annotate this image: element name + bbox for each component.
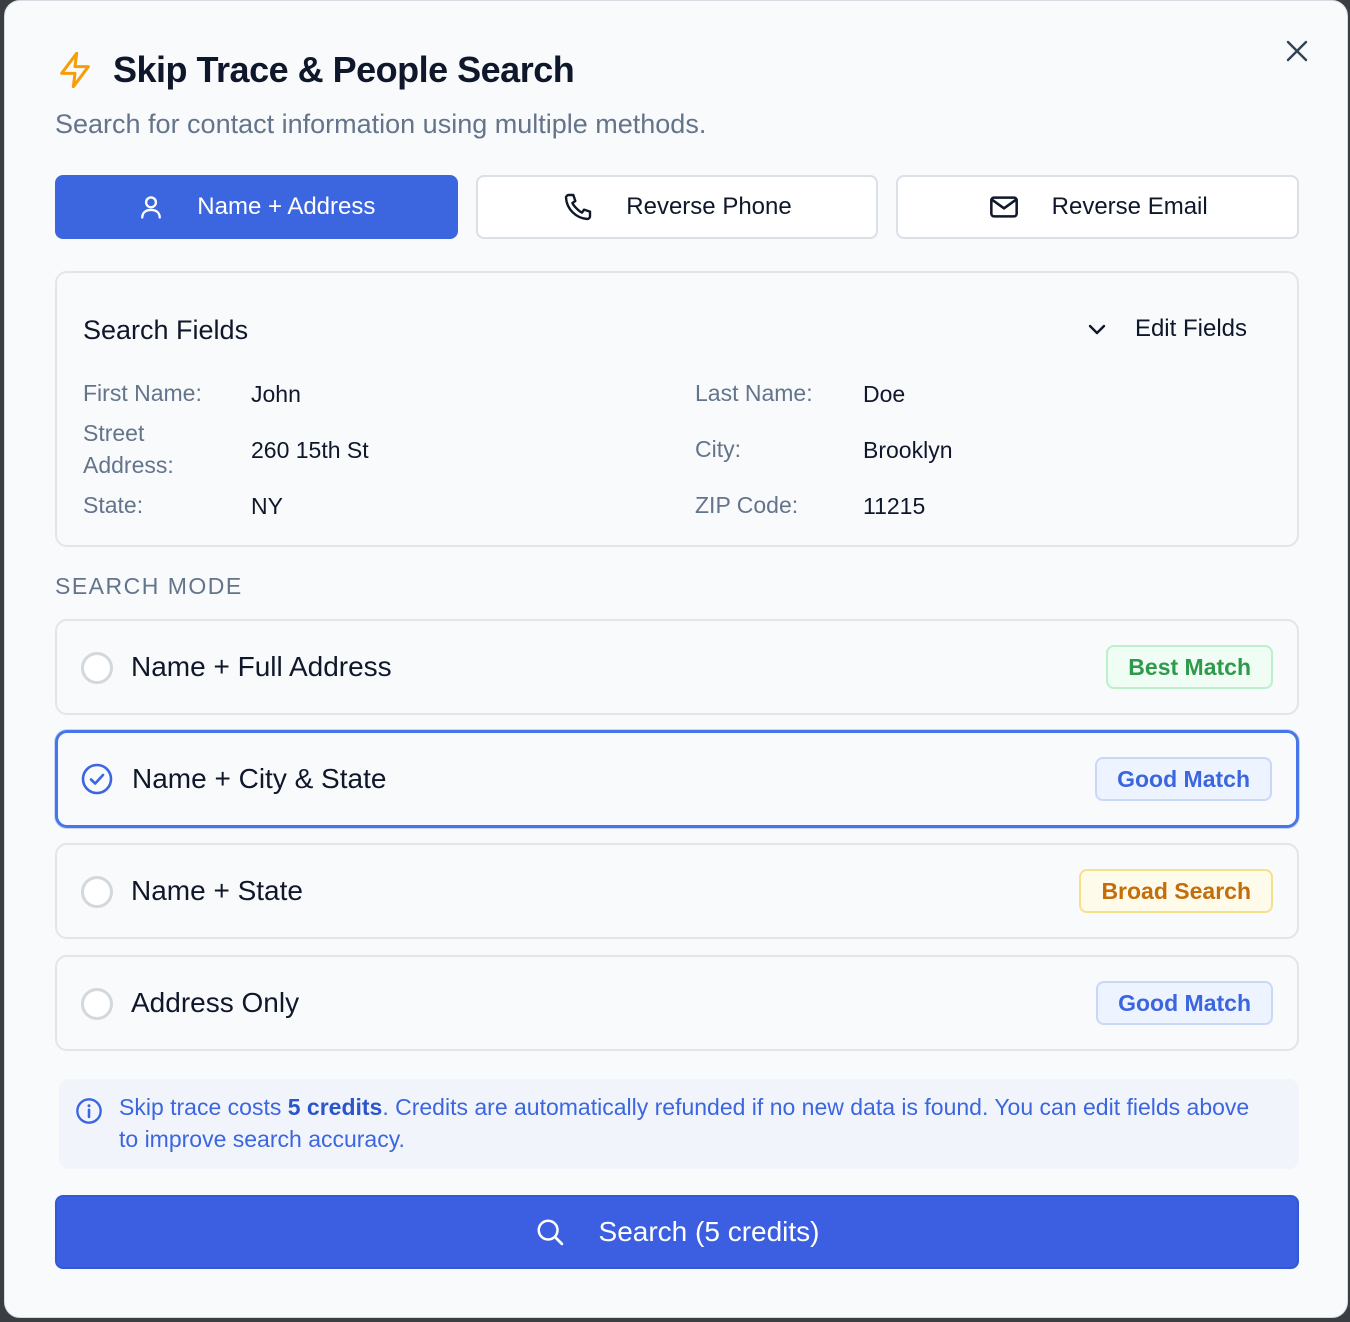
search-method-tabs: Name + Address Reverse Phone Reverse Ema… xyxy=(55,175,1300,239)
radio-button[interactable] xyxy=(81,652,113,684)
first-name-label: First Name: xyxy=(83,380,202,406)
dialog-title: Skip Trace & People Search xyxy=(113,49,575,90)
lightning-icon xyxy=(60,51,90,89)
state-label: State: xyxy=(83,492,144,518)
tab-label: Reverse Email xyxy=(1051,193,1208,220)
credits-info-box: Skip trace costs 5 credits. Credits are … xyxy=(59,1079,1299,1169)
dialog-header: Skip Trace & People Search Search for co… xyxy=(55,49,706,140)
search-mode-label: SEARCH MODE xyxy=(55,573,243,599)
mode-option-label: Name + Full Address xyxy=(131,651,392,682)
credits-info-text: Skip trace costs 5 credits. Credits are … xyxy=(119,1091,1269,1155)
phone-icon xyxy=(565,193,592,221)
good-match-badge: Good Match xyxy=(1095,757,1272,801)
city-label: City: xyxy=(695,436,741,462)
zip-value: 11215 xyxy=(863,493,926,519)
first-name-value: John xyxy=(251,381,301,407)
last-name-label: Last Name: xyxy=(695,380,813,406)
info-prefix: Skip trace costs xyxy=(119,1094,288,1120)
mode-option-name-city-state[interactable]: Name + City & State Good Match xyxy=(55,730,1299,828)
street-value: 260 15th St xyxy=(251,437,369,463)
search-button[interactable]: Search (5 credits) xyxy=(55,1195,1299,1269)
edit-fields-button[interactable]: Edit Fields xyxy=(1085,315,1247,343)
tab-name-address[interactable]: Name + Address xyxy=(55,175,458,239)
check-circle-icon xyxy=(81,763,113,795)
mode-option-label: Name + City & State xyxy=(132,763,387,794)
tab-label: Reverse Phone xyxy=(626,193,792,220)
good-match-badge: Good Match xyxy=(1096,981,1273,1025)
dialog-subtitle: Search for contact information using mul… xyxy=(55,109,707,139)
street-label-line2: Address: xyxy=(83,452,174,478)
tab-label: Name + Address xyxy=(197,193,376,220)
close-icon xyxy=(1286,40,1308,62)
zip-label: ZIP Code: xyxy=(695,492,799,518)
mode-option-name-full-address[interactable]: Name + Full Address Best Match xyxy=(55,619,1299,715)
search-button-label: Search (5 credits) xyxy=(598,1216,820,1247)
mode-option-name-state[interactable]: Name + State Broad Search xyxy=(55,843,1299,939)
info-credits: 5 credits xyxy=(287,1094,383,1120)
city-value: Brooklyn xyxy=(863,437,953,463)
radio-button[interactable] xyxy=(81,876,113,908)
tab-reverse-phone[interactable]: Reverse Phone xyxy=(475,175,879,239)
chevron-down-icon xyxy=(1088,324,1106,335)
broad-search-badge: Broad Search xyxy=(1079,869,1273,913)
street-label-line1: Street xyxy=(83,420,145,446)
search-icon xyxy=(537,1219,563,1246)
radio-button[interactable] xyxy=(81,988,113,1020)
last-name-value: Doe xyxy=(863,381,906,407)
edit-fields-label: Edit Fields xyxy=(1134,315,1247,342)
mode-option-label: Name + State xyxy=(131,875,303,906)
mode-option-address-only[interactable]: Address Only Good Match xyxy=(55,955,1299,1051)
mode-option-label: Address Only xyxy=(131,987,300,1018)
skip-trace-dialog: Skip Trace & People Search Search for co… xyxy=(4,0,1348,1318)
state-value: NY xyxy=(251,493,283,519)
radio-button-checked[interactable] xyxy=(81,763,113,795)
search-fields-title: Search Fields xyxy=(83,315,249,345)
mail-icon xyxy=(989,196,1018,218)
info-icon xyxy=(76,1098,102,1124)
close-button[interactable] xyxy=(1283,37,1311,65)
best-match-badge: Best Match xyxy=(1106,645,1273,689)
search-fields-card: Search Fields Edit Fields First Name: Jo… xyxy=(55,271,1299,547)
user-icon xyxy=(141,196,162,219)
tab-reverse-email[interactable]: Reverse Email xyxy=(896,175,1300,239)
